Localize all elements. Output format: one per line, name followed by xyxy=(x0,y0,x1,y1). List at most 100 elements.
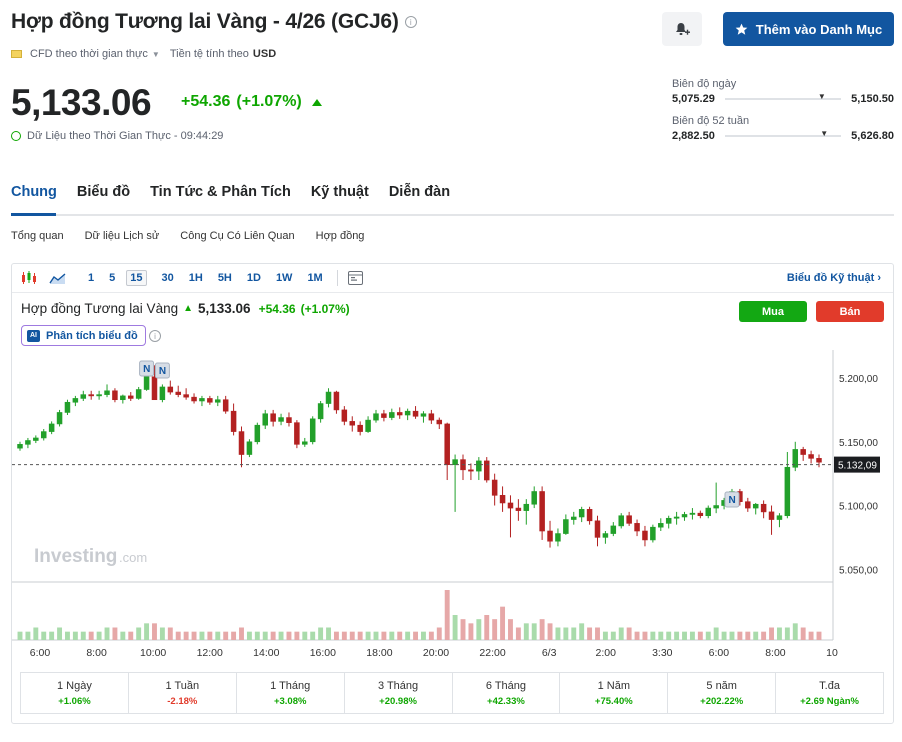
interval-30[interactable]: 30 xyxy=(162,272,174,284)
candle-body xyxy=(135,389,142,399)
candle-body xyxy=(658,523,664,528)
candle-body xyxy=(25,440,31,445)
candle-body xyxy=(634,523,640,532)
tab-technical[interactable]: Kỹ thuật xyxy=(311,184,369,200)
perf-value: +75.40% xyxy=(594,695,633,707)
x-tick-label: 20:00 xyxy=(423,647,449,659)
candle-body xyxy=(88,394,94,397)
volume-bar xyxy=(705,631,711,640)
ai-analysis-button[interactable]: AI Phân tích biểu đồ xyxy=(21,325,146,346)
interval-1m[interactable]: 1M xyxy=(307,272,322,284)
tab-forum[interactable]: Diễn đàn xyxy=(389,184,450,200)
candle-body xyxy=(618,515,624,527)
volume-bar xyxy=(223,631,229,640)
sell-button[interactable]: Bán xyxy=(816,301,884,322)
realtime-time: 09:44:29 xyxy=(180,130,224,142)
chart-header: Hợp đồng Tương lai Vàng ▲ 5,133.06 +54.3… xyxy=(21,301,350,316)
tab-news[interactable]: Tin Tức & Phân Tích xyxy=(150,184,291,200)
interval-15[interactable]: 15 xyxy=(126,270,147,286)
buy-button[interactable]: Mua xyxy=(739,301,807,322)
volume-bar xyxy=(515,627,521,640)
candle-body xyxy=(175,391,181,395)
volume-bar xyxy=(405,631,411,640)
volume-bar xyxy=(80,631,86,640)
subtab-overview[interactable]: Tổng quan xyxy=(11,230,64,242)
volume-bar xyxy=(152,623,157,640)
volume-bar xyxy=(444,590,450,640)
candle-body xyxy=(396,412,403,416)
candle-body xyxy=(104,390,110,395)
cfd-selector[interactable]: CFD theo thời gian thực xyxy=(30,48,148,60)
volume-bar xyxy=(769,627,774,640)
interval-1w[interactable]: 1W xyxy=(276,272,293,284)
perf-label: 5 năm xyxy=(706,679,737,692)
candle-body xyxy=(768,511,775,520)
perf-value: +20.98% xyxy=(379,695,417,707)
volume-bar xyxy=(587,627,593,640)
perf-cell[interactable]: 1 Tuần -2.18% xyxy=(127,673,236,713)
volume-bar xyxy=(658,631,664,640)
subtab-historical-data[interactable]: Dữ liệu Lịch sử xyxy=(85,230,160,242)
info-icon[interactable]: i xyxy=(404,16,417,28)
subtab-related-tools[interactable]: Công Cụ Có Liên Quan xyxy=(180,230,294,242)
interval-1d[interactable]: 1D xyxy=(247,272,261,284)
price-chart[interactable]: Investing .com 5.200,00 5.150,00 5.100,00 5.0… xyxy=(12,350,893,666)
technical-chart-link[interactable]: Biểu đồ Kỹ thuật › xyxy=(787,272,881,284)
candlestick-icon[interactable] xyxy=(21,271,37,285)
ai-analysis-label: Phân tích biểu đồ xyxy=(46,329,138,342)
perf-cell[interactable]: 5 năm +202.22% xyxy=(667,673,775,713)
day-range: Biên độ ngày 5,075.29 ▼ 5,150.50 xyxy=(672,78,894,105)
perf-cell[interactable]: 1 Ngày +1.06% xyxy=(21,673,128,713)
area-chart-icon[interactable] xyxy=(49,272,66,285)
volume-bar xyxy=(120,631,126,640)
perf-cell[interactable]: T.đa +2.69 Ngàn% xyxy=(775,673,883,713)
candle-body xyxy=(167,386,174,393)
week52-range: Biên độ 52 tuần 2,882.50 ▼ 5,626.80 xyxy=(672,115,894,142)
caret-down-icon[interactable]: ▼ xyxy=(152,50,160,59)
volume-bar xyxy=(563,627,569,640)
week52-range-marker: ▼ xyxy=(820,129,829,138)
interval-5h[interactable]: 5H xyxy=(218,272,232,284)
interval-1h[interactable]: 1H xyxy=(189,272,203,284)
news-marker-label: N xyxy=(728,495,735,506)
active-tab-indicator xyxy=(11,213,56,216)
interval-1[interactable]: 1 xyxy=(88,272,94,284)
perf-cell[interactable]: 6 Tháng +42.33% xyxy=(451,673,560,713)
volume-bar xyxy=(144,623,150,640)
volume-bar xyxy=(373,631,379,640)
volume-bar xyxy=(199,631,205,640)
volume-bar xyxy=(207,631,213,640)
candle-body xyxy=(555,533,561,542)
candle-body xyxy=(207,398,213,403)
candle-body xyxy=(309,418,316,443)
realtime-status: Dữ Liệu theo Thời Gian Thực - 09:44:29 xyxy=(11,130,223,142)
candle-body xyxy=(547,530,553,542)
volume-bar xyxy=(523,623,529,640)
perf-label: 3 Tháng xyxy=(377,679,419,692)
alert-button[interactable] xyxy=(662,12,702,46)
perf-cell[interactable]: 1 Năm +75.40% xyxy=(559,673,667,713)
perf-cell[interactable]: 3 Tháng +20.98% xyxy=(343,673,452,713)
tab-chart[interactable]: Biểu đồ xyxy=(77,184,130,200)
candle-body xyxy=(151,376,158,401)
volume-bar xyxy=(333,631,339,640)
candle-body xyxy=(80,394,87,399)
volume-bar xyxy=(159,627,165,640)
candle-body xyxy=(760,503,767,513)
volume-bar xyxy=(349,631,355,640)
candle-body xyxy=(357,424,363,432)
tab-general[interactable]: Chung xyxy=(11,184,57,200)
week52-range-low: 2,882.50 xyxy=(672,130,715,142)
chart-window-icon[interactable] xyxy=(347,271,363,285)
x-tick-label: 16:00 xyxy=(310,647,336,659)
candle-body xyxy=(159,386,166,401)
interval-5[interactable]: 5 xyxy=(109,272,115,284)
candle-body xyxy=(230,410,237,432)
perf-cell[interactable]: 1 Tháng +3.08% xyxy=(235,673,344,713)
candle-body xyxy=(183,394,189,398)
ai-info-icon[interactable]: i xyxy=(149,330,161,342)
subtab-contracts[interactable]: Hợp đồng xyxy=(316,230,365,242)
volume-bar xyxy=(302,631,308,640)
add-watchlist-button[interactable]: Thêm vào Danh Mục xyxy=(723,12,894,46)
investing-watermark-suffix: .com xyxy=(119,550,147,565)
